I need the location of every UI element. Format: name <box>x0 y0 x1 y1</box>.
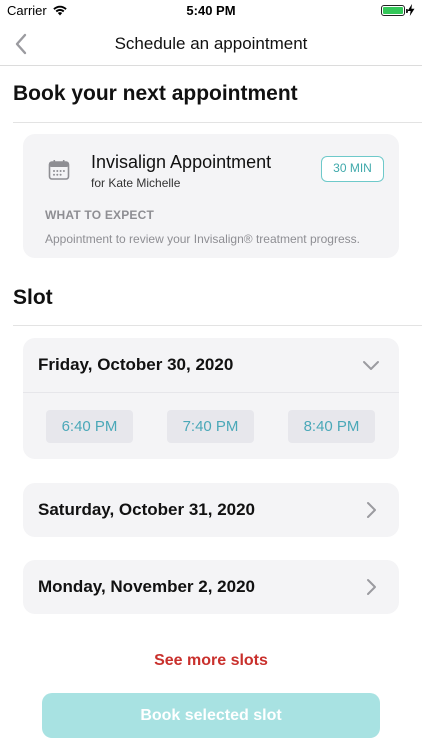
time-slot-button[interactable]: 8:40 PM <box>288 410 375 443</box>
appointment-title: Invisalign Appointment <box>91 152 272 172</box>
battery-level-fill <box>383 7 403 14</box>
time-slot-button[interactable]: 7:40 PM <box>167 410 254 443</box>
section-divider <box>13 325 422 326</box>
navigation-bar: Schedule an appointment <box>0 22 422 66</box>
appointment-patient: for Kate Michelle <box>91 176 181 190</box>
page-title: Schedule an appointment <box>114 34 308 53</box>
chevron-down-icon <box>363 361 379 370</box>
day-card-monday[interactable]: Monday, November 2, 2020 <box>23 560 399 614</box>
chevron-right-icon <box>367 579 376 595</box>
day-header-friday[interactable]: Friday, October 30, 2020 <box>23 338 399 393</box>
battery-icon <box>381 5 408 16</box>
slot-section-title: Slot <box>13 286 53 309</box>
book-section-title: Book your next appointment <box>13 82 298 105</box>
appointment-card: Invisalign Appointment for Kate Michelle… <box>23 134 399 258</box>
chevron-left-icon[interactable] <box>10 30 34 58</box>
duration-badge: 30 MIN <box>321 156 384 182</box>
day-label: Monday, November 2, 2020 <box>38 577 255 596</box>
chevron-right-icon <box>367 502 376 518</box>
day-card-friday: Friday, October 30, 2020 6:40 PM 7:40 PM… <box>23 338 399 459</box>
time-slots-row: 6:40 PM 7:40 PM 8:40 PM <box>23 394 399 459</box>
book-selected-slot-button[interactable]: Book selected slot <box>42 693 380 738</box>
see-more-slots-link[interactable]: See more slots <box>0 652 422 670</box>
what-to-expect-label: WHAT TO EXPECT <box>45 208 155 222</box>
status-bar: Carrier 5:40 PM <box>0 0 422 22</box>
status-time: 5:40 PM <box>186 3 236 18</box>
day-header-saturday[interactable]: Saturday, October 31, 2020 <box>23 483 399 537</box>
day-label: Saturday, October 31, 2020 <box>38 500 256 519</box>
time-slot-button[interactable]: 6:40 PM <box>46 410 133 443</box>
charging-bolt-icon <box>407 4 415 16</box>
section-divider <box>13 122 422 123</box>
day-label: Friday, October 30, 2020 <box>38 355 234 374</box>
what-to-expect-text: Appointment to review your Invisalign® t… <box>45 232 360 246</box>
day-card-saturday[interactable]: Saturday, October 31, 2020 <box>23 483 399 537</box>
day-header-monday[interactable]: Monday, November 2, 2020 <box>23 560 399 614</box>
calendar-icon <box>48 160 70 180</box>
